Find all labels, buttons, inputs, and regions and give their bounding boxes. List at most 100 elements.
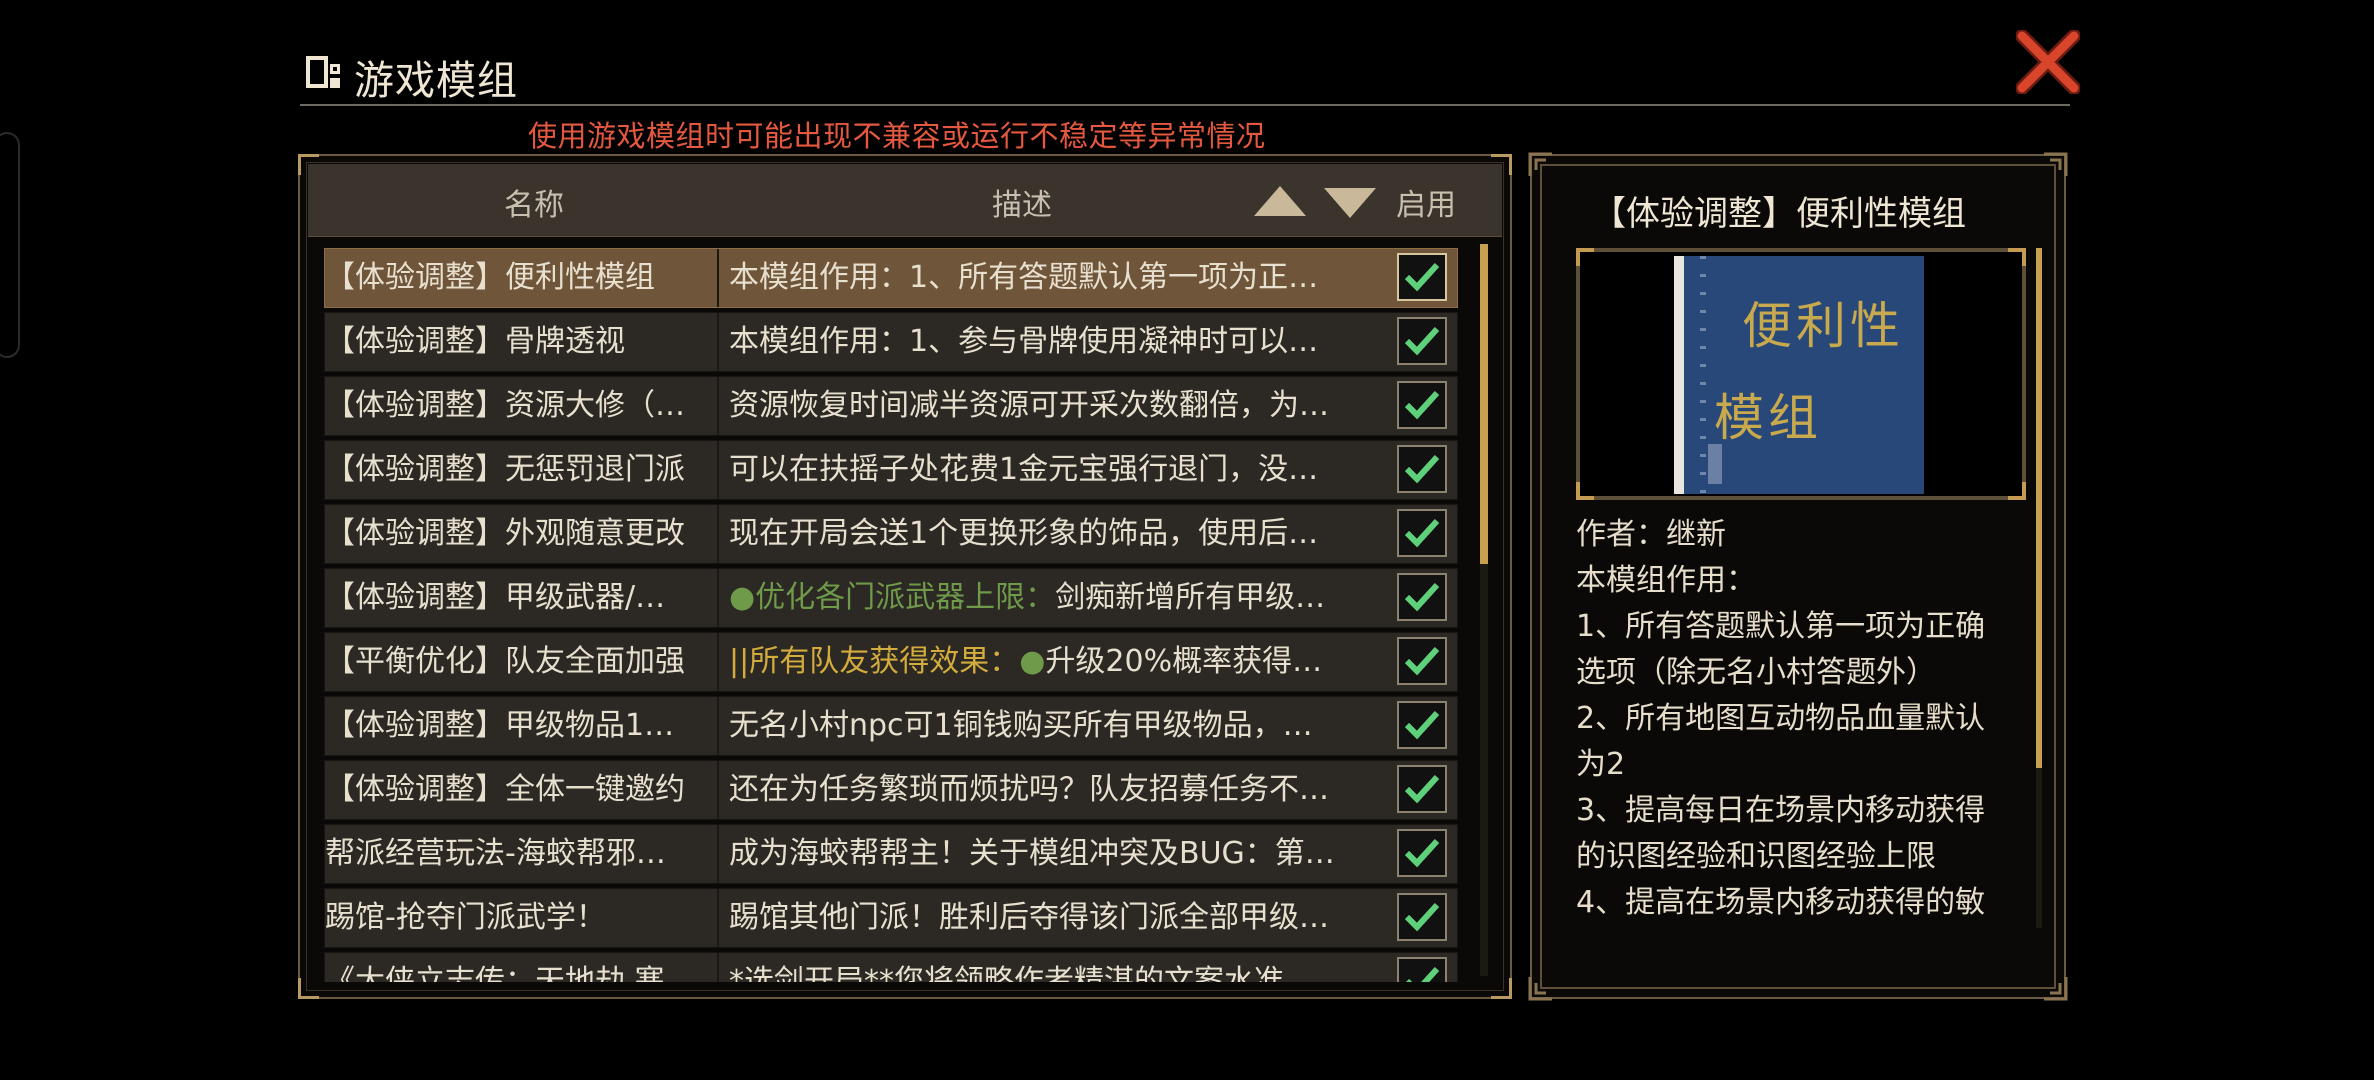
info-line: 2、所有地图互动物品血量默认 — [1576, 701, 1986, 736]
enable-checkbox[interactable] — [1397, 957, 1447, 982]
info-line: 本模组作用： — [1576, 563, 1756, 598]
enable-checkbox[interactable] — [1397, 829, 1447, 877]
frame-ornament — [2044, 152, 2068, 176]
description-highlight: ●优化各门派武器上限： — [729, 580, 1056, 615]
mod-description: 成为海蛟帮帮主！关于模组冲突及BUG：第… — [729, 836, 1335, 871]
compatibility-warning: 使用游戏模组时可能出现不兼容或运行不稳定等异常情况 — [528, 119, 1266, 153]
description-bullet: ● — [1019, 644, 1046, 679]
mod-name: 【体验调整】便利性模组 — [325, 249, 719, 307]
info-line: 选项（除无名小村答题外） — [1576, 655, 1936, 690]
list-item[interactable]: 【体验调整】无惩罚退门派 可以在扶摇子处花费1金元宝强行退门，没… — [324, 440, 1458, 500]
mod-name: 【体验调整】甲级物品1… — [325, 697, 719, 755]
list-item[interactable]: 【体验调整】甲级物品1… 无名小村npc可1铜钱购买所有甲级物品，… — [324, 696, 1458, 756]
book-spine-detail — [1700, 256, 1706, 494]
mod-icon — [306, 56, 340, 88]
mod-description: 还在为任务繁琐而烦扰吗？队友招募任务不… — [729, 772, 1329, 807]
description-highlight: ||所有队友获得效果： — [729, 644, 1020, 679]
column-enable: 启用 — [1396, 188, 1456, 223]
book-title-line: 便利性 — [1742, 297, 1904, 355]
mod-description: 现在开局会送1个更换形象的饰品，使用后… — [729, 516, 1319, 551]
column-description: 描述 — [992, 188, 1052, 223]
list-item[interactable]: 《大侠立志传：天地劫 寒… *选剑开局**您将领略作者精湛的文案水准… — [324, 952, 1458, 982]
list-item[interactable]: 帮派经营玩法-海蛟帮邪… 成为海蛟帮帮主！关于模组冲突及BUG：第… — [324, 824, 1458, 884]
mod-name: 【体验调整】资源大修（… — [325, 377, 719, 435]
list-item[interactable]: 【体验调整】全体一键邀约 还在为任务繁琐而烦扰吗？队友招募任务不… — [324, 760, 1458, 820]
mod-description: 可以在扶摇子处花费1金元宝强行退门，没… — [729, 452, 1319, 487]
enable-checkbox[interactable] — [1397, 317, 1447, 365]
preview-corner — [1576, 482, 1594, 500]
mod-description: 资源恢复时间减半资源可开采次数翻倍，为… — [729, 388, 1329, 423]
info-line: 3、提高每日在场景内移动获得 — [1576, 793, 1986, 828]
column-header: 名称 描述 启用 — [308, 164, 1502, 237]
description-text: 剑痴新增所有甲级… — [1055, 580, 1326, 615]
side-edge-decoration — [0, 132, 20, 358]
preview-corner — [2008, 248, 2026, 266]
list-item[interactable]: 【体验调整】骨牌透视 本模组作用：1、参与骨牌使用凝神时可以… — [324, 312, 1458, 372]
frame-ornament — [1528, 977, 1552, 1001]
mod-name: 帮派经营玩法-海蛟帮邪… — [325, 825, 719, 883]
info-line: 的识图经验和识图经验上限 — [1576, 839, 1936, 874]
mod-description: 踢馆其他门派！胜利后夺得该门派全部甲级… — [729, 900, 1329, 935]
check-icon — [1404, 262, 1440, 292]
close-icon[interactable] — [2016, 30, 2080, 94]
book-spine-detail — [1708, 444, 1722, 484]
mod-name: 【体验调整】骨牌透视 — [325, 313, 719, 371]
frame-ornament — [2044, 977, 2068, 1001]
mod-name: 【体验调整】外观随意更改 — [325, 505, 719, 563]
check-icon — [1404, 710, 1440, 740]
enable-checkbox[interactable] — [1397, 701, 1447, 749]
mod-name: 【平衡优化】队友全面加强 — [325, 633, 719, 691]
check-icon — [1404, 390, 1440, 420]
preview-corner — [1576, 248, 1594, 266]
check-icon — [1406, 966, 1440, 982]
mod-description: 本模组作用：1、所有答题默认第一项为正… — [729, 260, 1319, 295]
enable-checkbox[interactable] — [1397, 637, 1447, 685]
check-icon — [1404, 518, 1440, 548]
mod-name: 【体验调整】全体一键邀约 — [325, 761, 719, 819]
mod-description: ●优化各门派武器上限：剑痴新增所有甲级… — [729, 569, 1369, 627]
dialog-header: 游戏模组 — [300, 40, 2070, 106]
info-line: 4、提高在场景内移动获得的敏 — [1576, 885, 1986, 920]
mod-description: 无名小村npc可1铜钱购买所有甲级物品，… — [729, 708, 1313, 743]
mod-name: 【体验调整】甲级武器/… — [325, 569, 719, 627]
detail-scrollbar-thumb[interactable] — [2036, 248, 2042, 768]
list-item[interactable]: 【体验调整】资源大修（… 资源恢复时间减半资源可开采次数翻倍，为… — [324, 376, 1458, 436]
check-icon — [1404, 838, 1440, 868]
enable-checkbox[interactable] — [1397, 573, 1447, 621]
mod-description: 本模组作用：1、参与骨牌使用凝神时可以… — [729, 324, 1319, 359]
list-item[interactable]: 【体验调整】甲级武器/… ●优化各门派武器上限：剑痴新增所有甲级… — [324, 568, 1458, 628]
mod-detail-panel: 【体验调整】便利性模组 便利性 模组 作者：继新 本模组作用： 1、所有答题默认… — [1528, 152, 2068, 1001]
list-item[interactable]: 【平衡优化】队友全面加强 ||所有队友获得效果：●升级20%概率获得… — [324, 632, 1458, 692]
enable-checkbox[interactable] — [1397, 445, 1447, 493]
enable-checkbox[interactable] — [1397, 509, 1447, 557]
preview-corner — [2008, 482, 2026, 500]
book-title-line: 模组 — [1714, 389, 1822, 447]
mod-name: 【体验调整】无惩罚退门派 — [325, 441, 719, 499]
check-icon — [1404, 774, 1440, 804]
detail-title: 【体验调整】便利性模组 — [1592, 194, 1966, 234]
enable-checkbox[interactable] — [1397, 765, 1447, 813]
mod-list-panel: 名称 描述 启用 【体验调整】便利性模组 本模组作用：1、所有答题默认第一项为正… — [298, 154, 1512, 999]
info-line: 作者：继新 — [1576, 517, 1726, 552]
mod-description: *选剑开局**您将领略作者精湛的文案水准… — [729, 964, 1314, 982]
check-icon — [1404, 454, 1440, 484]
enable-checkbox[interactable] — [1397, 893, 1447, 941]
mod-info-text: 作者：继新 本模组作用： 1、所有答题默认第一项为正确 选项（除无名小村答题外）… — [1576, 512, 2026, 990]
enable-checkbox[interactable] — [1397, 253, 1447, 301]
mod-description: ||所有队友获得效果：●升级20%概率获得… — [729, 633, 1369, 691]
page-title: 游戏模组 — [354, 58, 518, 104]
frame-ornament — [1528, 152, 1552, 176]
check-icon — [1404, 646, 1440, 676]
enable-checkbox[interactable] — [1397, 381, 1447, 429]
column-name: 名称 — [504, 188, 564, 223]
list-scrollbar-thumb[interactable] — [1480, 244, 1488, 564]
check-icon — [1404, 902, 1440, 932]
list-item[interactable]: 踢馆-抢夺门派武学！ 踢馆其他门派！胜利后夺得该门派全部甲级… — [324, 888, 1458, 948]
description-text: 升级20%概率获得… — [1045, 644, 1323, 679]
info-line: 为2 — [1576, 747, 1626, 782]
triangle-down-icon[interactable] — [1322, 186, 1378, 220]
mod-name: 踢馆-抢夺门派武学！ — [325, 889, 719, 947]
list-item[interactable]: 【体验调整】外观随意更改 现在开局会送1个更换形象的饰品，使用后… — [324, 504, 1458, 564]
triangle-up-icon[interactable] — [1252, 184, 1308, 218]
list-item[interactable]: 【体验调整】便利性模组 本模组作用：1、所有答题默认第一项为正… — [324, 248, 1458, 308]
